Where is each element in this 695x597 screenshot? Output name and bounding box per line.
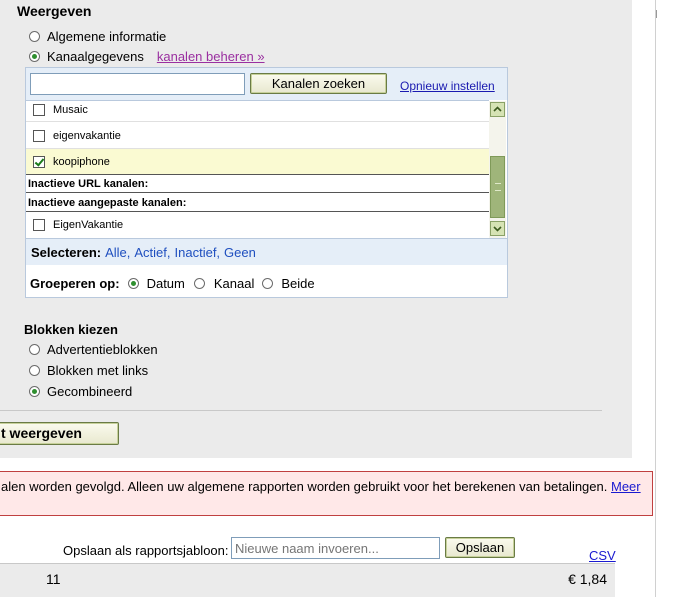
section-divider [26, 211, 489, 212]
list-item[interactable]: eigenvakantie [26, 123, 489, 149]
select-label: Selecteren: [31, 244, 102, 260]
save-template-button[interactable]: Opslaan [445, 537, 515, 558]
select-active-link[interactable]: Actief, [134, 245, 170, 260]
list-item[interactable]: EigenVakantie [26, 213, 489, 237]
group-by-option-kanaal[interactable]: Kanaal [214, 276, 254, 291]
chevron-up-icon [493, 106, 502, 112]
reset-link[interactable]: Opnieuw instellen [400, 79, 495, 93]
summary-amount: € 1,84 [568, 571, 607, 587]
section-inactive-custom: Inactieve aangepaste kanalen: [28, 197, 187, 209]
blokken-heading: Blokken kiezen [24, 322, 118, 337]
radio-icon[interactable] [262, 278, 274, 289]
search-channels-button[interactable]: Kanalen zoeken [250, 73, 387, 94]
checkbox-icon[interactable] [33, 129, 45, 142]
radio-label: Advertentieblokken [47, 342, 158, 357]
window-edge-mark [656, 10, 657, 18]
radio-algemene-informatie[interactable]: Algemene informatie [29, 29, 166, 44]
radio-label: Blokken met links [47, 363, 149, 378]
scroll-grip-icon [495, 183, 501, 191]
group-by-row: Groeperen op: Datum Kanaal Beide [30, 276, 315, 291]
scroll-up-button[interactable] [490, 102, 505, 117]
select-inactive-link[interactable]: Inactief, [175, 245, 221, 260]
select-all-link[interactable]: Alle, [105, 245, 130, 260]
show-report-button[interactable]: t weergeven [0, 422, 119, 445]
section-inactive-url: Inactieve URL kanalen: [28, 178, 149, 190]
warning-more-link[interactable]: Meer [611, 479, 641, 494]
scroll-down-button[interactable] [490, 221, 505, 236]
radio-selected-icon[interactable] [29, 386, 40, 397]
radio-advertentieblokken[interactable]: Advertentieblokken [29, 342, 158, 357]
panel-divider [0, 410, 602, 411]
list-item-label: EigenVakantie [53, 219, 124, 231]
checkbox-checked-icon[interactable] [33, 155, 45, 168]
chevron-down-icon [493, 226, 502, 232]
list-item-label: koopiphone [53, 155, 110, 168]
list-item-label: Musaic [53, 103, 88, 116]
warning-text: alen worden gevolgd. Alleen uw algemene … [1, 479, 608, 494]
radio-selected-icon[interactable] [29, 51, 40, 62]
radio-label: Kanaalgegevens [47, 49, 144, 64]
checkbox-icon[interactable] [33, 219, 45, 231]
section-divider [26, 192, 489, 193]
radio-gecombineerd[interactable]: Gecombineerd [29, 384, 132, 399]
radio-icon[interactable] [29, 365, 40, 376]
radio-icon[interactable] [29, 31, 40, 42]
scroll-thumb[interactable] [490, 156, 505, 218]
select-bar: Selecteren: Alle, Actief, Inactief, Geen [26, 238, 507, 265]
radio-selected-icon[interactable] [127, 278, 139, 289]
template-name-input[interactable] [231, 537, 440, 559]
channel-search-input[interactable] [30, 73, 245, 95]
list-item[interactable]: Musaic [26, 101, 489, 122]
manage-channels-link[interactable]: kanalen beheren » [157, 49, 265, 64]
radio-icon[interactable] [29, 344, 40, 355]
channel-list-scrollbar[interactable] [489, 101, 506, 238]
radio-icon[interactable] [193, 278, 205, 289]
channel-list[interactable]: Musaic eigenvakantie koopiphone Inactiev… [26, 100, 489, 239]
radio-label: Gecombineerd [47, 384, 133, 399]
group-by-option-datum[interactable]: Datum [147, 276, 185, 291]
radio-kanaalgegevens[interactable]: Kanaalgegevens kanalen beheren » [29, 49, 265, 64]
radio-label: Algemene informatie [47, 29, 167, 44]
group-by-label: Groeperen op: [30, 276, 120, 291]
group-by-option-beide[interactable]: Beide [281, 276, 314, 291]
list-item-label: eigenvakantie [53, 129, 121, 142]
select-none-link[interactable]: Geen [224, 245, 256, 260]
csv-link[interactable]: CSV [589, 548, 616, 563]
list-item-selected[interactable]: koopiphone [26, 149, 489, 175]
window-edge [655, 0, 656, 597]
weergeven-heading: Weergeven [17, 3, 92, 19]
save-template-label: Opslaan als rapportsjabloon: [63, 543, 229, 558]
summary-count: 11 [46, 571, 61, 587]
checkbox-icon[interactable] [33, 103, 45, 116]
summary-row: 11 € 1,84 [0, 563, 615, 597]
warning-banner: alen worden gevolgd. Alleen uw algemene … [0, 471, 653, 516]
radio-blokken-met-links[interactable]: Blokken met links [29, 363, 148, 378]
